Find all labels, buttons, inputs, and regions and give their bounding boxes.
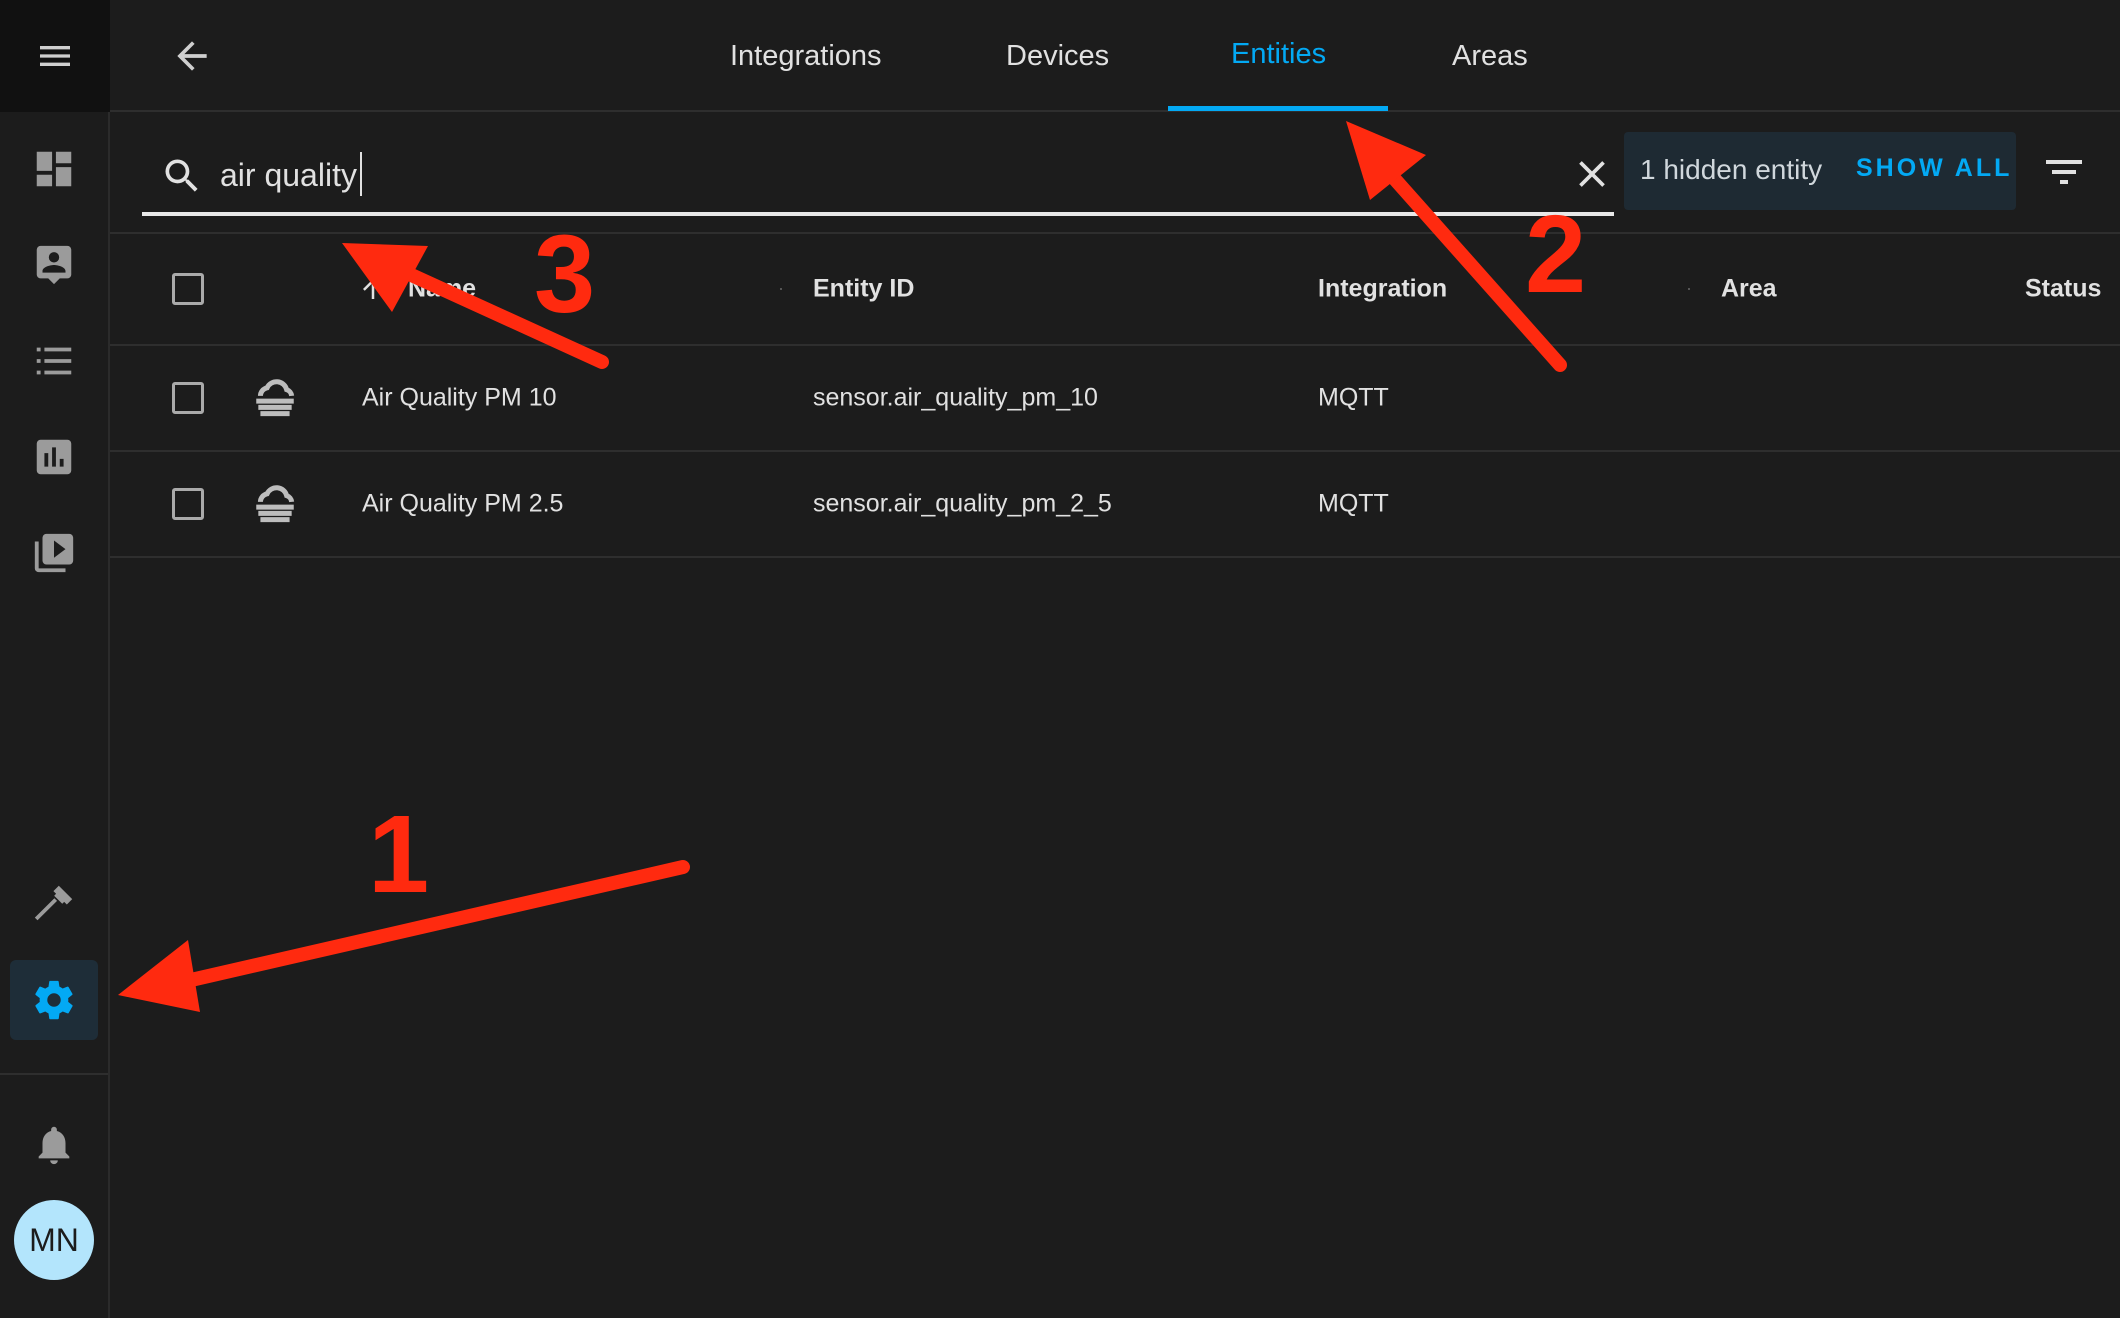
column-separator (1688, 288, 1690, 290)
user-avatar[interactable]: MN (14, 1200, 94, 1280)
dashboard-icon (36, 151, 72, 187)
map-person-icon (36, 245, 72, 285)
sidebar-item-history[interactable] (0, 414, 108, 500)
sidebar-item-media[interactable] (0, 510, 108, 596)
table-row[interactable]: Air Quality PM 2.5 sensor.air_quality_pm… (110, 452, 2120, 558)
show-all-button[interactable]: SHOW ALL (1856, 154, 2012, 183)
filter-icon (2046, 160, 2082, 184)
close-icon (1579, 161, 1605, 187)
sidebar: MN (0, 0, 110, 1318)
sidebar-item-overview[interactable] (0, 126, 108, 212)
arrow-left-icon (177, 41, 207, 71)
logbook-list-icon (36, 347, 72, 375)
media-play-icon (34, 533, 74, 573)
developer-tools-hammer-icon (34, 885, 73, 921)
sidebar-item-developer-tools[interactable] (0, 860, 108, 946)
hidden-entity-count: 1 hidden entity (1640, 154, 1823, 185)
column-header-name[interactable]: Name (408, 275, 476, 304)
notifications-bell-icon (38, 1126, 70, 1165)
sort-arrow-up-icon[interactable] (358, 272, 388, 306)
row-name: Air Quality PM 2.5 (362, 489, 564, 518)
hidden-entities-notice: 1 hidden entity SHOW ALL (1624, 132, 2016, 210)
tab-devices[interactable]: Devices (1006, 0, 1109, 112)
row-entity-id: sensor.air_quality_pm_10 (813, 383, 1098, 412)
weather-fog-icon (250, 373, 300, 423)
hamburger-menu-icon (40, 46, 70, 66)
annotation-number-2: 2 (1525, 193, 1587, 316)
settings-gear-icon (35, 980, 73, 1020)
annotation-arrowhead-1 (118, 940, 200, 1012)
row-entity-id: sensor.air_quality_pm_2_5 (813, 489, 1112, 518)
row-checkbox[interactable] (172, 382, 204, 414)
column-header-entity-id[interactable]: Entity ID (813, 275, 914, 304)
search-underline (142, 212, 1614, 216)
search-bar: 1 hidden entity SHOW ALL (110, 112, 2120, 232)
column-header-integration[interactable]: Integration (1318, 275, 1447, 304)
table-row[interactable]: Air Quality PM 10 sensor.air_quality_pm_… (110, 346, 2120, 452)
annotation-arrow-1 (171, 860, 690, 990)
search-input[interactable] (220, 150, 1120, 200)
back-button[interactable] (170, 34, 214, 78)
active-tab-indicator (1168, 106, 1388, 111)
row-name: Air Quality PM 10 (362, 383, 557, 412)
sidebar-item-map[interactable] (0, 222, 108, 308)
filter-button[interactable] (2040, 148, 2088, 196)
row-integration: MQTT (1318, 383, 1389, 412)
column-header-area[interactable]: Area (1721, 275, 1777, 304)
table-header: Name Entity ID Integration Area Status (110, 232, 2120, 346)
column-header-status[interactable]: Status (2025, 275, 2101, 304)
select-all-checkbox[interactable] (172, 273, 204, 305)
row-integration: MQTT (1318, 489, 1389, 518)
row-checkbox[interactable] (172, 488, 204, 520)
clear-search-button[interactable] (1570, 152, 1614, 196)
sidebar-item-logbook[interactable] (0, 318, 108, 404)
sidebar-item-notifications[interactable] (0, 1102, 108, 1188)
sidebar-item-settings[interactable] (10, 960, 98, 1040)
search-icon (160, 154, 204, 198)
annotation-number-1: 1 (368, 793, 430, 916)
tab-integrations[interactable]: Integrations (730, 0, 882, 112)
column-separator (780, 288, 782, 290)
weather-fog-icon (250, 479, 300, 529)
menu-toggle-button[interactable] (0, 0, 110, 112)
tab-areas[interactable]: Areas (1452, 0, 1528, 112)
text-caret (360, 152, 362, 196)
tab-entities[interactable]: Entities (1231, 0, 1326, 110)
sidebar-divider (0, 1073, 108, 1075)
top-toolbar: Integrations Devices Entities Areas (110, 0, 2120, 112)
history-chart-icon (36, 439, 72, 475)
annotation-number-3: 3 (534, 213, 596, 336)
